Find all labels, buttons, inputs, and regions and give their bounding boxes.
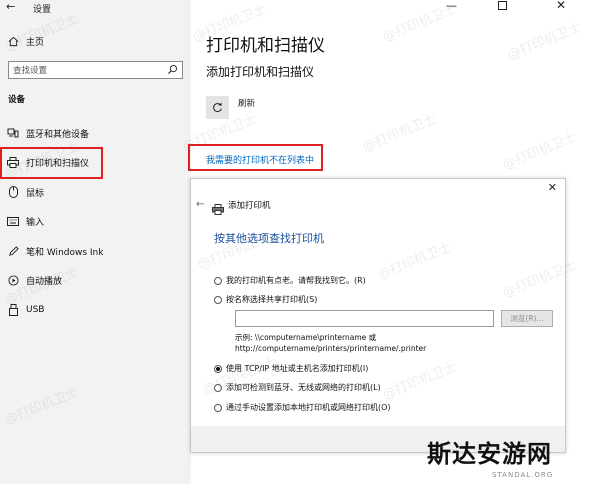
search-placeholder: 查找设置 bbox=[13, 66, 48, 76]
watermark: @打印机卫士 bbox=[360, 111, 439, 155]
sidebar-item-label: 鼠标 bbox=[26, 188, 45, 199]
sidebar-item-label: 笔和 Windows Ink bbox=[26, 247, 104, 258]
option-label: 按名称选择共享打印机(S) bbox=[226, 295, 318, 304]
sidebar-item-mouse[interactable]: 鼠标 bbox=[0, 181, 191, 203]
sidebar-item-label: 输入 bbox=[26, 217, 45, 228]
dialog-printer-icon bbox=[212, 200, 224, 219]
window-title: 设置 bbox=[33, 5, 52, 15]
close-icon[interactable]: ✕ bbox=[556, 0, 566, 12]
watermark: @打印机卫士 bbox=[500, 129, 579, 173]
option-shared-printer[interactable]: 按名称选择共享打印机(S) bbox=[214, 294, 317, 305]
example-line-2: http://computername/printers/printername… bbox=[235, 344, 427, 353]
brand-logo: 斯达安游网 bbox=[427, 439, 552, 468]
radio-old-printer[interactable] bbox=[214, 276, 222, 285]
refresh-button[interactable] bbox=[206, 96, 229, 119]
sidebar-item-label: USB bbox=[26, 305, 45, 315]
browse-button[interactable]: 浏览(R)... bbox=[501, 310, 553, 327]
dialog-title: 添加打印机 bbox=[228, 201, 271, 211]
mouse-icon bbox=[0, 186, 26, 198]
dialog-close-icon[interactable]: ✕ bbox=[548, 181, 557, 194]
refresh-label: 刷新 bbox=[238, 99, 256, 109]
watermark: @打印机卫士 bbox=[505, 19, 584, 63]
maximize-icon[interactable] bbox=[498, 1, 507, 10]
back-arrow-icon[interactable]: ← bbox=[6, 0, 15, 13]
page-subtitle: 添加打印机和扫描仪 bbox=[206, 65, 315, 79]
radio-manual-setup[interactable] bbox=[214, 403, 222, 412]
option-manual-setup[interactable]: 通过手动设置添加本地打印机或网络打印机(O) bbox=[214, 402, 391, 413]
page-title: 打印机和扫描仪 bbox=[206, 36, 325, 56]
search-input[interactable]: 查找设置 bbox=[8, 61, 183, 79]
sidebar-item-label: 蓝牙和其他设备 bbox=[26, 129, 90, 140]
sidebar-item-input[interactable]: 输入 bbox=[0, 210, 191, 232]
section-label: 设备 bbox=[8, 95, 26, 105]
radio-shared-printer[interactable] bbox=[214, 295, 222, 304]
sidebar-item-pen[interactable]: 笔和 Windows Ink bbox=[0, 240, 191, 262]
highlight-box-link bbox=[188, 144, 323, 171]
keyboard-icon bbox=[0, 216, 26, 226]
brand-url: STANDAL.ORG bbox=[492, 471, 554, 479]
option-label: 我的打印机有点老。请帮我找到它。(R) bbox=[226, 276, 366, 285]
shared-printer-input[interactable] bbox=[235, 310, 494, 327]
dialog-back-icon[interactable]: ← bbox=[196, 199, 204, 210]
option-label: 通过手动设置添加本地打印机或网络打印机(O) bbox=[226, 403, 391, 412]
example-line-1: 示例: \\computername\printername 或 bbox=[235, 333, 377, 342]
watermark: @打印机卫士 bbox=[380, 1, 459, 45]
option-old-printer[interactable]: 我的打印机有点老。请帮我找到它。(R) bbox=[214, 275, 366, 286]
option-label: 添加可检测到蓝牙、无线或网络的打印机(L) bbox=[226, 383, 381, 392]
pen-icon bbox=[0, 245, 26, 257]
bluetooth-icon bbox=[0, 128, 26, 139]
search-icon bbox=[167, 64, 178, 78]
sidebar-item-usb[interactable]: USB bbox=[0, 299, 191, 321]
add-printer-dialog: ✕ ← 添加打印机 按其他选项查找打印机 我的打印机有点老。请帮我找到它。(R)… bbox=[190, 178, 566, 453]
refresh-icon bbox=[212, 98, 223, 117]
sidebar-item-bluetooth[interactable]: 蓝牙和其他设备 bbox=[0, 122, 191, 144]
